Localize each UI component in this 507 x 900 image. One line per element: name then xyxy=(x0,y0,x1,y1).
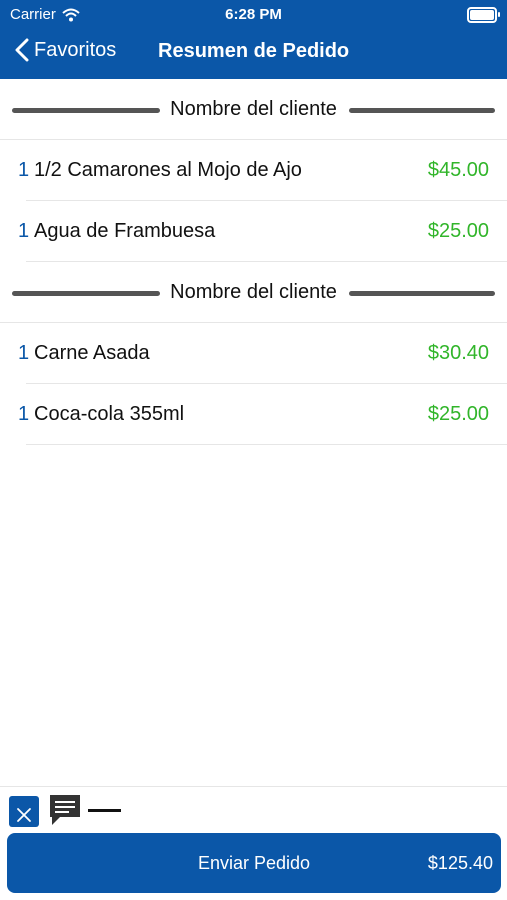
group-header-label: Nombre del cliente xyxy=(164,280,343,304)
bottom-toolbar xyxy=(0,786,507,829)
item-price: $25.00 xyxy=(427,219,489,242)
header-divider-left xyxy=(12,291,160,296)
note-icon[interactable] xyxy=(48,793,82,832)
order-item[interactable]: 1 Agua de Frambuesa $25.00 xyxy=(18,201,507,262)
order-summary-list: Nombre del cliente 1 1/2 Camarones al Mo… xyxy=(0,79,507,445)
group-header-label: Nombre del cliente xyxy=(164,97,343,121)
item-quantity: 1 xyxy=(18,219,30,242)
item-price: $25.00 xyxy=(427,402,489,425)
send-order-button[interactable]: Enviar Pedido $125.40 xyxy=(7,833,501,893)
header-divider-left xyxy=(12,108,160,113)
group-header: Nombre del cliente xyxy=(0,262,507,323)
page-title: Resumen de Pedido xyxy=(158,40,350,62)
item-price: $30.40 xyxy=(427,341,489,364)
item-quantity: 1 xyxy=(18,341,30,364)
status-time: 6:28 PM xyxy=(225,6,282,23)
header-divider-right xyxy=(349,291,495,296)
group-header: Nombre del cliente xyxy=(0,79,507,140)
item-name: Carne Asada xyxy=(34,341,150,364)
order-item[interactable]: 1 Carne Asada $30.40 xyxy=(18,323,507,384)
food-icon[interactable] xyxy=(9,796,39,827)
header-divider-right xyxy=(349,108,495,113)
back-label[interactable]: Favoritos xyxy=(34,39,116,62)
back-button[interactable]: Favoritos xyxy=(14,38,116,62)
navigation-bar: Carrier 6:28 PM Favoritos Resumen de Ped… xyxy=(0,0,507,79)
chevron-left-icon xyxy=(15,38,29,62)
dash-icon[interactable] xyxy=(88,809,121,812)
order-item[interactable]: 1 Coca-cola 355ml $25.00 xyxy=(18,384,507,445)
item-quantity: 1 xyxy=(18,158,30,181)
item-quantity: 1 xyxy=(18,402,30,425)
order-total: $125.40 xyxy=(427,853,493,873)
item-name: Coca-cola 355ml xyxy=(34,402,185,425)
order-item[interactable]: 1 1/2 Camarones al Mojo de Ajo $45.00 xyxy=(18,140,507,201)
send-order-label: Enviar Pedido xyxy=(197,853,311,873)
item-name: Agua de Frambuesa xyxy=(34,219,216,242)
battery-icon xyxy=(467,7,500,23)
item-name: 1/2 Camarones al Mojo de Ajo xyxy=(34,158,302,181)
item-price: $45.00 xyxy=(427,158,489,181)
